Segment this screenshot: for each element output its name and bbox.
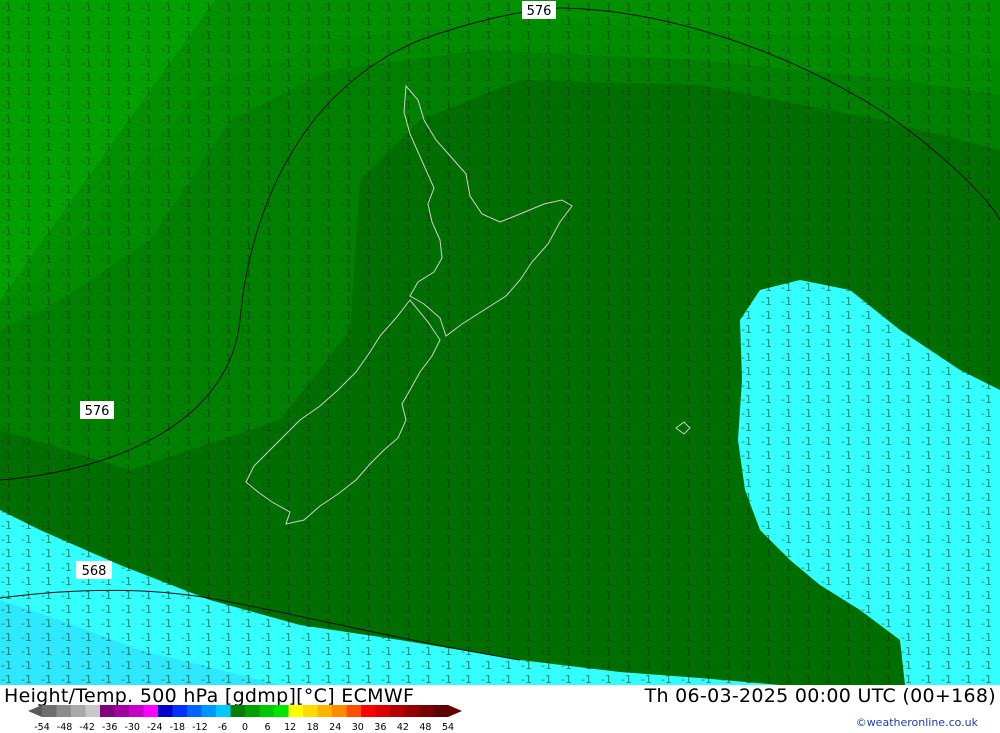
legend-tick-label: -54 [34, 722, 50, 733]
credit-link[interactable]: ©weatheronline.co.uk [856, 716, 978, 729]
weather-map: -1 576 576 568 [0, 0, 1000, 685]
legend-tick-label: -18 [170, 722, 186, 733]
legend-swatch [85, 705, 101, 717]
legend-swatch [100, 705, 115, 717]
contour-label-text: 576 [85, 404, 110, 419]
legend-swatch [230, 705, 246, 717]
legend-tick-label: -30 [124, 722, 140, 733]
legend-swatch [332, 705, 347, 717]
contour-label-text: 576 [527, 4, 552, 19]
legend-swatch [172, 705, 188, 717]
legend-swatch [143, 705, 159, 717]
legend-swatch [317, 705, 333, 717]
legend-swatch [201, 705, 217, 717]
legend-swatch [216, 705, 231, 717]
legend-tick-label: 30 [352, 722, 364, 733]
legend-tick-label: 48 [419, 722, 431, 733]
legend-tick-label: 6 [265, 722, 271, 733]
legend-swatch [259, 705, 275, 717]
legend-swatch [71, 705, 86, 717]
map-footer: Height/Temp. 500 hPa [gdmp][°C] ECMWF Th… [0, 685, 1000, 733]
contour-label-568: 568 [76, 561, 112, 579]
legend-swatch [375, 705, 391, 717]
legend-tick-label: -36 [102, 722, 118, 733]
legend-swatch [433, 705, 449, 717]
legend-swatch [187, 705, 202, 717]
legend-swatch [288, 705, 304, 717]
legend-tick-label: 54 [442, 722, 454, 733]
legend-tick-label: 24 [329, 722, 341, 733]
legend-swatch [42, 705, 57, 717]
legend-swatch [404, 705, 420, 717]
product-title: Height/Temp. 500 hPa [gdmp][°C] ECMWF [4, 685, 415, 707]
color-scale-legend: -54 -48 -42 -36 -30 -24 -18 -12 -6 0 6 12 18 24 30 36 42… [28, 705, 462, 733]
legend-tick-label: 12 [284, 722, 296, 733]
legend-swatch [114, 705, 130, 717]
legend-swatch [245, 705, 260, 717]
legend-swatch [274, 705, 289, 717]
legend-tick-label: 0 [242, 722, 248, 733]
legend-tick-label: -6 [218, 722, 227, 733]
legend-swatch [158, 705, 173, 717]
legend-swatch [419, 705, 434, 717]
legend-tick-label: 36 [374, 722, 386, 733]
temperature-value-grid [0, 0, 1000, 685]
legend-arrow-left [28, 705, 42, 717]
legend-tick-label: -24 [147, 722, 163, 733]
legend-tick-label: 42 [397, 722, 409, 733]
contour-label-576-left: 576 [80, 401, 114, 419]
legend-tick-label: -48 [57, 722, 73, 733]
legend-swatch [303, 705, 318, 717]
legend-swatch [56, 705, 72, 717]
legend-swatch [361, 705, 376, 717]
legend-tick-label: -42 [79, 722, 95, 733]
valid-time: Th 06-03-2025 00:00 UTC (00+168) [644, 685, 996, 707]
contour-label-576-top: 576 [522, 1, 556, 19]
legend-tick-label: -12 [192, 722, 208, 733]
legend-tick-label: 18 [307, 722, 319, 733]
legend-arrow-right [448, 705, 462, 717]
legend-swatch [346, 705, 362, 717]
contour-label-text: 568 [82, 564, 107, 579]
legend-swatch [129, 705, 144, 717]
legend-swatch [390, 705, 405, 717]
